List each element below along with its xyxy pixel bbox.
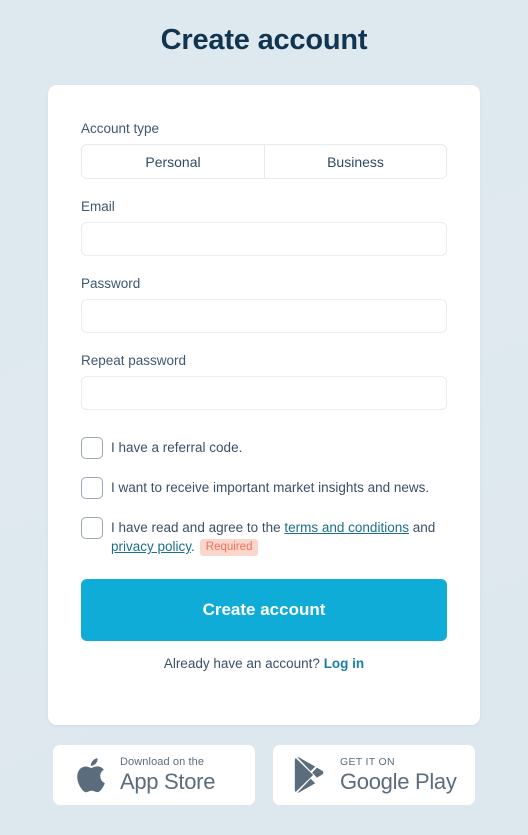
account-type-group: Account type Personal Business: [81, 120, 447, 179]
checkbox-row-referral[interactable]: I have a referral code.: [81, 436, 447, 459]
email-label: Email: [81, 199, 115, 214]
account-type-segmented-control[interactable]: Personal Business: [81, 144, 447, 179]
google-play-top-line: GET IT ON: [340, 756, 395, 768]
login-prompt-row: Already have an account? Log in: [81, 656, 447, 671]
privacy-policy-link[interactable]: privacy policy: [111, 539, 191, 554]
terms-agreement-checkbox[interactable]: [81, 517, 103, 539]
password-label: Password: [81, 276, 141, 291]
referral-code-label: I have a referral code.: [111, 440, 243, 455]
checkbox-row-marketing[interactable]: I want to receive important market insig…: [81, 476, 447, 499]
terms-middle-text: and: [408, 520, 436, 535]
google-play-text: GET IT ON Google Play: [340, 756, 457, 794]
app-store-top-line: Download on the: [120, 756, 205, 768]
repeat-password-group: Repeat password: [81, 352, 447, 410]
referral-code-checkbox[interactable]: [81, 437, 103, 459]
checkbox-row-terms[interactable]: I have read and agree to the terms and c…: [81, 516, 447, 556]
app-store-bottom-line: App Store: [120, 769, 216, 794]
app-store-badges: Download on the App Store GET IT ON Goog…: [0, 745, 528, 805]
account-type-option-business[interactable]: Business: [264, 145, 446, 178]
account-type-label: Account type: [81, 121, 160, 136]
marketing-insights-checkbox[interactable]: [81, 477, 103, 499]
google-play-badge[interactable]: GET IT ON Google Play: [273, 745, 475, 805]
page-title: Create account: [160, 24, 368, 56]
terms-prefix-text: I have read and agree to the: [111, 520, 285, 535]
signup-form: Account type Personal Business Email Pas…: [48, 85, 480, 671]
google-play-triangle-icon: [291, 756, 329, 794]
password-group: Password: [81, 275, 447, 333]
terms-suffix-text: .: [191, 539, 195, 554]
app-store-text: Download on the App Store: [120, 756, 215, 794]
log-in-link[interactable]: Log in: [324, 656, 365, 671]
repeat-password-label: Repeat password: [81, 353, 187, 368]
google-play-bottom-line: Google Play: [340, 769, 457, 794]
login-prompt-text: Already have an account?: [163, 656, 320, 671]
email-group: Email: [81, 198, 447, 256]
terms-agreement-label: I have read and agree to the terms and c…: [111, 516, 447, 556]
create-account-button[interactable]: Create account: [81, 579, 447, 641]
required-badge: Required: [199, 539, 259, 556]
marketing-insights-label: I want to receive important market insig…: [111, 480, 430, 495]
apple-logo-icon: [71, 756, 109, 794]
account-type-option-personal[interactable]: Personal: [82, 145, 264, 178]
email-input[interactable]: [81, 222, 447, 256]
repeat-password-input[interactable]: [81, 376, 447, 410]
signup-card: Account type Personal Business Email Pas…: [48, 85, 480, 725]
terms-and-conditions-link[interactable]: terms and conditions: [284, 520, 409, 535]
signup-page: Create account Account type Personal Bus…: [0, 0, 528, 835]
consent-checkbox-list: I have a referral code. I want to receiv…: [81, 436, 447, 556]
password-input[interactable]: [81, 299, 447, 333]
app-store-badge[interactable]: Download on the App Store: [53, 745, 255, 805]
